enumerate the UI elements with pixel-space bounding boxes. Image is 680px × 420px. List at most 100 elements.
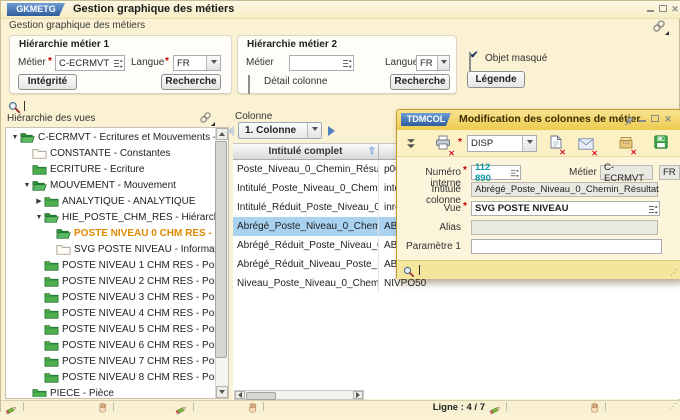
required-asterisk: * (458, 137, 462, 148)
header-intitule-complet[interactable]: Intitulé complet (233, 144, 379, 159)
group1-recherche-button[interactable]: Recherche (161, 74, 221, 90)
sort-ascending-icon[interactable] (368, 144, 376, 159)
lookup-icon[interactable] (342, 58, 352, 73)
folder-icon (32, 164, 47, 175)
expand-icon[interactable] (34, 214, 44, 221)
group1-metier-field[interactable]: C-ECRMVT (55, 55, 125, 71)
detail-colonne-label: Détail colonne (264, 76, 327, 87)
scroll-right-icon[interactable] (353, 391, 363, 399)
pan-hand-icon (97, 401, 108, 419)
close-icon[interactable]: ✕ (670, 4, 680, 14)
tree-panel-title: Hiérarchie des vues (7, 113, 95, 124)
tree-item[interactable]: CONSTANTE - Constantes (7, 145, 216, 161)
tree-link-icon[interactable] (198, 111, 213, 124)
dialog-metier-label: Métier (569, 167, 597, 178)
tree-item[interactable]: C-ECRMVT - Ecritures et Mouvements - Cli… (7, 129, 216, 145)
intitule-colonne-field: Abrégé_Poste_Niveau_0_Chemin_Résultat (471, 182, 658, 197)
expand-icon[interactable] (10, 134, 20, 141)
dialog-search-input[interactable] (422, 263, 626, 278)
status-separator (506, 402, 507, 411)
group2-langue-label: Langue (385, 57, 418, 68)
chevron-down-icon[interactable] (522, 136, 536, 151)
dialog-minimize-icon[interactable] (638, 114, 648, 124)
folder-icon (44, 276, 59, 287)
lookup-icon[interactable] (113, 58, 123, 73)
parametre1-field[interactable] (471, 239, 662, 254)
legende-button[interactable]: Légende (467, 71, 525, 88)
numero-interne-field[interactable]: 112 890 (471, 165, 521, 180)
collapse-icon[interactable] (34, 197, 44, 205)
tree-scrollbar-thumb[interactable] (215, 141, 227, 358)
search-icon[interactable] (403, 264, 414, 282)
link-icon[interactable] (651, 19, 667, 33)
group2-metier-field[interactable] (289, 55, 354, 71)
folder-icon (44, 292, 59, 303)
pan-hand-icon (589, 401, 600, 419)
table-hscrollbar[interactable] (234, 390, 364, 400)
scroll-down-icon[interactable] (216, 386, 228, 398)
tree-item[interactable]: SVG POSTE NIVEAU - Informations Hiérarch… (7, 241, 216, 257)
tree-item[interactable]: POSTE NIVEAU 2 CHM RES - Poste Niveau 2 … (7, 273, 216, 289)
spinner-icon[interactable] (510, 168, 519, 182)
status-separator (193, 402, 194, 411)
save-icon[interactable] (654, 135, 668, 154)
dialog-close-icon[interactable]: ✕ (663, 114, 673, 124)
dialog-metier-field: C-ECRMVT (600, 165, 653, 180)
maximize-icon[interactable] (658, 4, 668, 14)
next-column-icon[interactable] (328, 126, 335, 136)
objet-masque-checkbox[interactable] (469, 52, 471, 71)
disp-select[interactable]: DISP (467, 135, 537, 152)
mail-cancel-icon[interactable]: ✕ (578, 137, 594, 155)
tree-item[interactable]: POSTE NIVEAU 6 CHM RES - Poste Niveau 6 … (7, 337, 216, 353)
dialog-search-caret (419, 265, 420, 275)
tree-item[interactable]: POSTE NIVEAU 7 CHM RES - Poste Niveau 7 … (7, 353, 216, 369)
abort-document-icon[interactable]: ✕ (550, 135, 562, 154)
chevron-down-icon[interactable] (437, 56, 449, 70)
tree-item[interactable]: ECRITURE - Ecriture (7, 161, 216, 177)
tree-item[interactable]: MOUVEMENT - Mouvement (7, 177, 216, 193)
group2-langue-select[interactable]: FR (416, 55, 450, 71)
tree-item-selected[interactable]: POSTE NIVEAU 0 CHM RES - Poste Niveau 0 … (7, 225, 216, 241)
title-bar: GKMETG Gestion graphique des métiers ✕ (1, 1, 680, 19)
tree-rows: C-ECRMVT - Ecritures et Mouvements - Cli… (7, 129, 216, 397)
group1-langue-select[interactable]: FR (173, 55, 221, 71)
required-asterisk: * (463, 201, 467, 212)
expand-icon[interactable] (22, 182, 32, 189)
tree-item[interactable]: POSTE NIVEAU 1 CHM RES - Poste Niveau 1 … (7, 257, 216, 273)
tree-search-input[interactable] (27, 98, 211, 114)
line-counter: Ligne : 4 / 7 (411, 402, 485, 413)
tree-item[interactable]: POSTE NIVEAU 8 CHM RES - Poste Niveau 8 … (7, 369, 216, 385)
tree-item[interactable]: POSTE NIVEAU 5 CHM RES - Poste Niveau 5 … (7, 321, 216, 337)
chevron-down-icon[interactable] (307, 123, 321, 138)
vue-field[interactable]: SVG POSTE NIVEAU (471, 201, 660, 216)
integrite-button[interactable]: Intégrité (18, 74, 77, 90)
collapse-double-chevron-icon[interactable] (405, 137, 417, 155)
tree-item[interactable]: HIE_POSTE_CHM_RES - Hiérarchie poste che… (7, 209, 216, 225)
link-menu-arrow-icon (211, 122, 215, 126)
tree-item[interactable]: ANALYTIQUE - ANALYTIQUE (7, 193, 216, 209)
group2-recherche-button[interactable]: Recherche (390, 74, 450, 90)
tree-item[interactable]: PIECE - Pièce (7, 385, 216, 397)
minimize-icon[interactable] (646, 4, 656, 14)
column-selector[interactable]: 1. Colonne (238, 122, 322, 139)
tree-item[interactable]: POSTE NIVEAU 4 CHM RES - Poste Niveau 4 … (7, 305, 216, 321)
previous-column-icon[interactable] (227, 126, 234, 136)
table-hscrollbar-thumb[interactable] (246, 392, 276, 400)
dialog-resize-grip-icon[interactable] (670, 269, 678, 277)
lookup-icon[interactable] (648, 204, 658, 219)
resize-grip-icon[interactable] (669, 403, 677, 411)
chevron-down-icon[interactable] (206, 56, 220, 70)
folder-icon (56, 244, 71, 255)
detail-colonne-checkbox[interactable] (248, 75, 250, 94)
link-menu-arrow-icon (665, 31, 669, 35)
dialog-modification-colonnes: TDMCOL Modification des colonnes de méti… (396, 109, 680, 279)
scroll-left-icon[interactable] (235, 391, 245, 399)
tree-item[interactable]: POSTE NIVEAU 3 CHM RES - Poste Niveau 3 … (7, 289, 216, 305)
dialog-maximize-icon[interactable] (650, 114, 660, 124)
window-title: Gestion graphique des métiers (73, 1, 234, 17)
print-cancel-icon[interactable]: ✕ (435, 135, 451, 155)
group-hierarchie-metier-2: Hiérarchie métier 2 Métier Langue FR Dét… (237, 35, 457, 94)
delete-record-icon[interactable]: ✕ (619, 136, 633, 154)
folder-icon (32, 148, 47, 159)
dialog-status-bar (397, 260, 680, 279)
